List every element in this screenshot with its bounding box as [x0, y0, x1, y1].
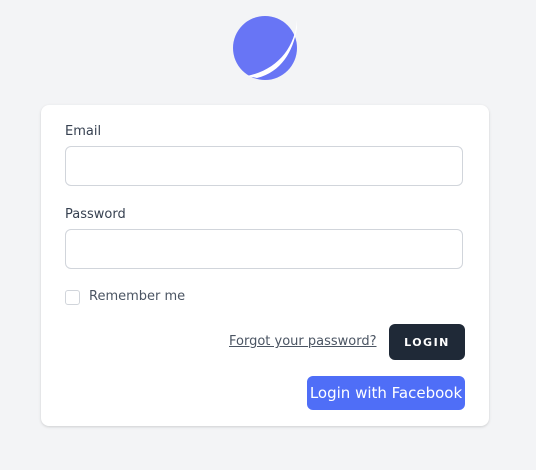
remember-me-checkbox[interactable] [65, 290, 80, 305]
password-label: Password [65, 207, 126, 222]
login-card: Email Password Remember me Forgot your p… [41, 105, 489, 426]
password-field[interactable] [65, 229, 463, 269]
forgot-password-link[interactable]: Forgot your password? [229, 334, 377, 350]
remember-me-label: Remember me [89, 289, 186, 304]
login-button[interactable]: LOGIN [389, 324, 465, 360]
login-with-facebook-button[interactable]: Login with Facebook [307, 376, 465, 410]
email-label: Email [65, 124, 102, 139]
email-field[interactable] [65, 146, 463, 186]
crescent-logo-icon [233, 16, 297, 80]
